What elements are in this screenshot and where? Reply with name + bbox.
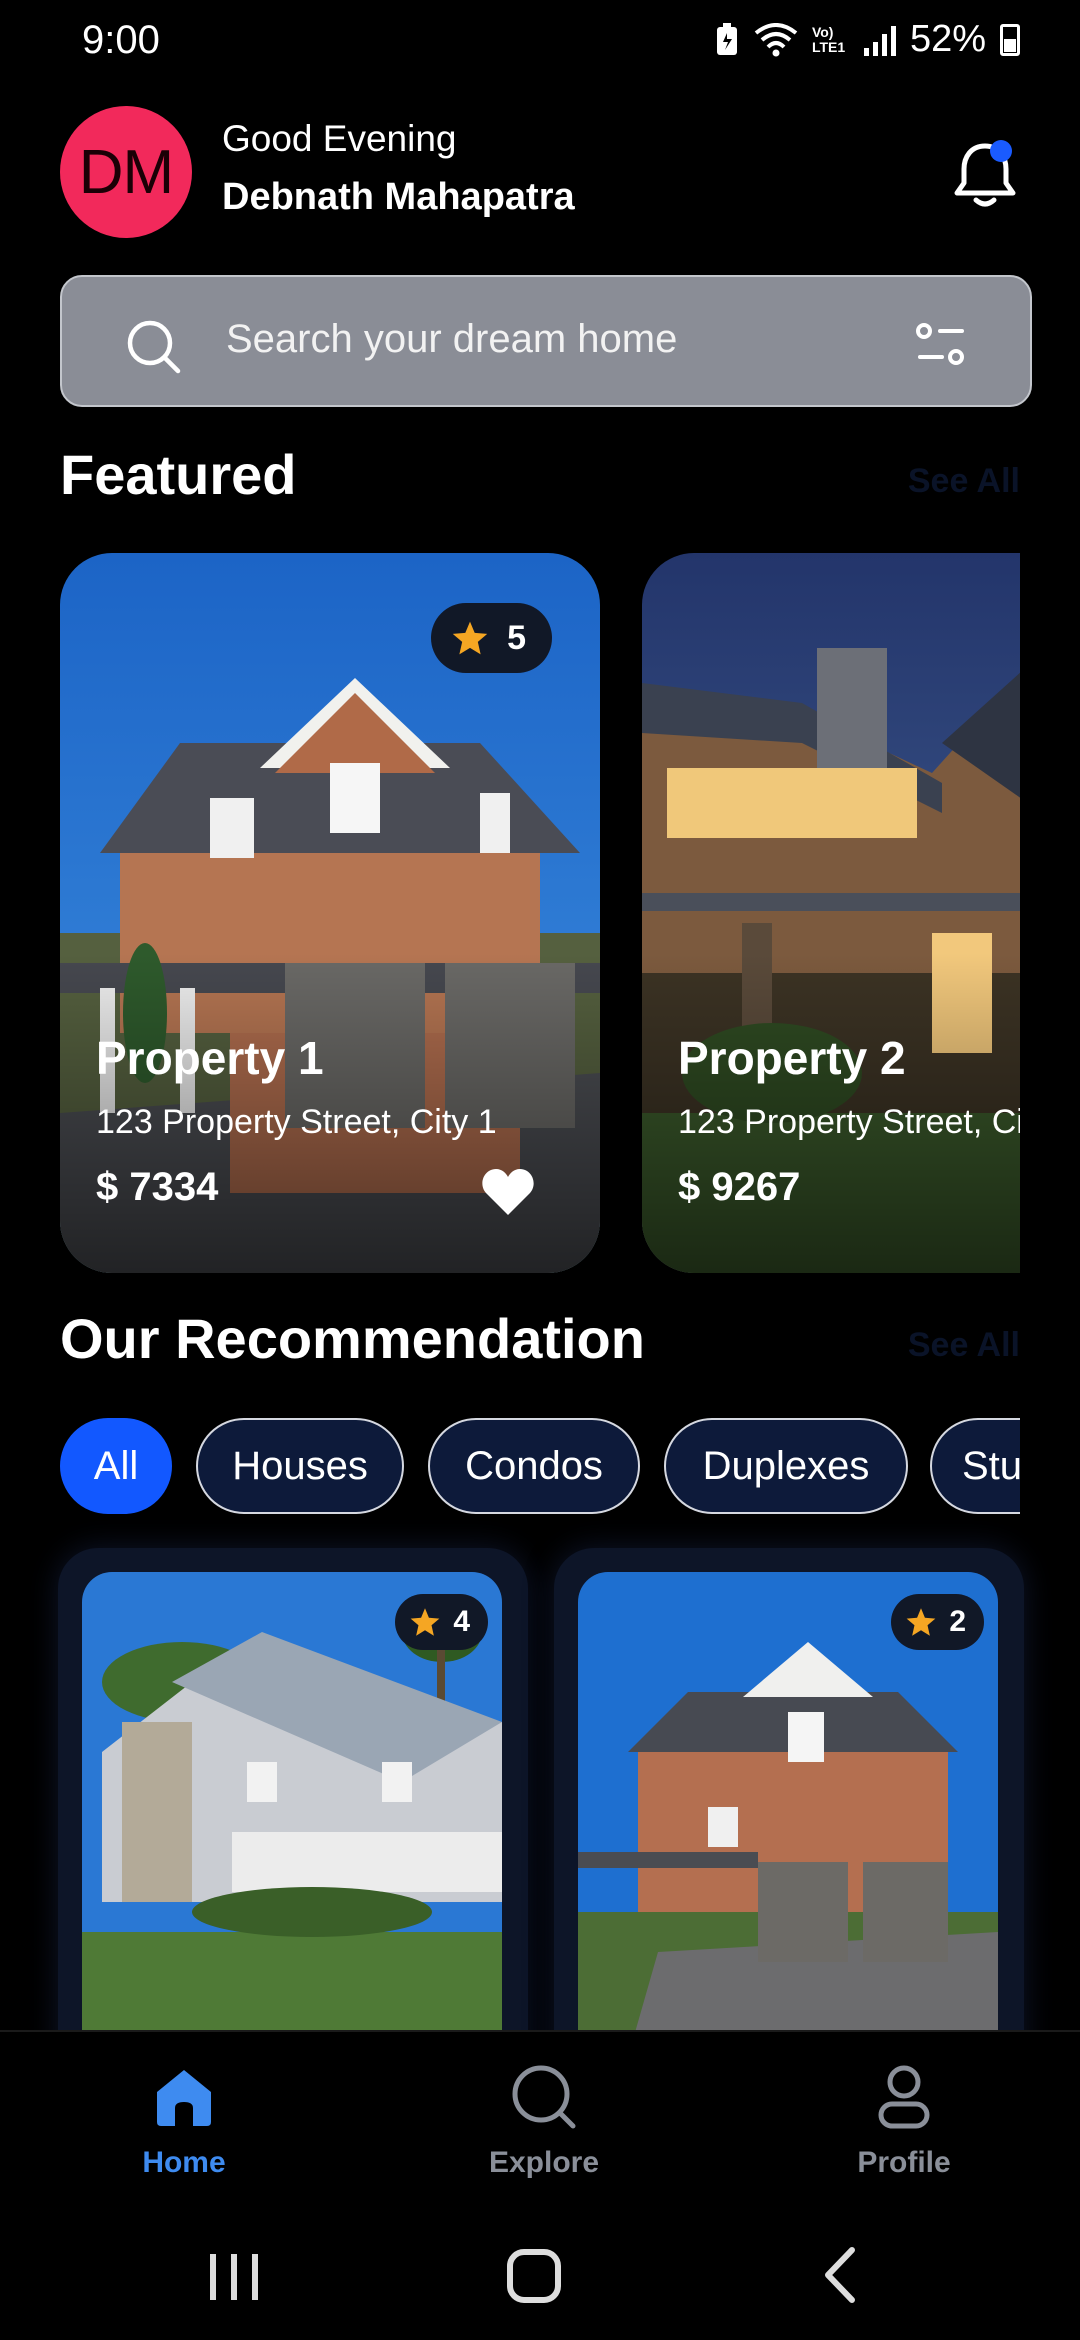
- battery-saver-icon: [716, 22, 737, 55]
- system-navigation: [0, 2210, 1080, 2340]
- rating-value: 4: [453, 1605, 470, 1638]
- nav-explore-label: Explore: [488, 2146, 600, 2179]
- nav-home-label: Home: [142, 2146, 226, 2179]
- status-bar: 9:00 Vo) LTE1 52%: [0, 0, 1080, 84]
- rating-value: 5: [507, 618, 526, 657]
- filter-icon[interactable]: [914, 319, 970, 369]
- category-filter[interactable]: All Houses Condos Duplexes Studios: [60, 1418, 1020, 1514]
- status-icons: Vo) LTE1 52%: [714, 18, 1020, 61]
- user-name: Debnath Mahapatra: [222, 176, 575, 218]
- status-time: 9:00: [82, 18, 160, 62]
- battery-icon: [1000, 23, 1020, 56]
- chip-duplexes[interactable]: Duplexes: [664, 1418, 908, 1514]
- nav-explore[interactable]: Explore: [424, 2062, 664, 2202]
- search-input[interactable]: Search your dream home: [226, 317, 677, 362]
- rating-badge: 4: [395, 1594, 488, 1650]
- recommendation-see-all-link[interactable]: See All: [908, 1326, 1020, 1365]
- home-icon: [157, 2070, 211, 2126]
- avatar[interactable]: DM: [60, 106, 192, 238]
- star-icon: [452, 621, 488, 655]
- property-name: Property 1: [96, 1032, 324, 1084]
- star-icon: [906, 1608, 936, 1636]
- rating-badge: 5: [431, 603, 552, 673]
- property-photo: [578, 1572, 998, 2092]
- property-name: Property 2: [678, 1032, 906, 1084]
- property-price: $ 9267: [678, 1165, 801, 1209]
- recommendation-card[interactable]: 2: [554, 1548, 1024, 2108]
- property-address: 123 Property Street, City 1: [96, 1103, 497, 1141]
- recent-apps-icon[interactable]: [194, 2240, 274, 2310]
- search-icon: [127, 320, 181, 374]
- profile-icon: [878, 2065, 930, 2129]
- nav-profile[interactable]: Profile: [784, 2062, 1024, 2202]
- network-label: Vo) LTE1: [811, 23, 846, 55]
- signal-icon: [863, 24, 896, 56]
- bottom-navigation: Home Explore Profile: [0, 2030, 1080, 2210]
- favorite-heart-icon[interactable]: [480, 1167, 536, 1217]
- back-icon[interactable]: [800, 2240, 880, 2310]
- greeting-text: Good Evening: [222, 118, 457, 159]
- rating-value: 2: [949, 1605, 966, 1638]
- recommendation-card[interactable]: 4: [58, 1548, 528, 2108]
- featured-carousel[interactable]: 5 Property 1 123 Property Street, City 1…: [60, 553, 1020, 1273]
- chip-condos[interactable]: Condos: [428, 1418, 640, 1514]
- rating-badge: 2: [891, 1594, 984, 1650]
- home-button-icon[interactable]: [494, 2240, 574, 2310]
- chip-houses[interactable]: Houses: [196, 1418, 404, 1514]
- search-bar[interactable]: Search your dream home: [60, 275, 1032, 407]
- chip-all[interactable]: All: [60, 1418, 172, 1514]
- featured-card[interactable]: 5 Property 1 123 Property Street, City 1…: [60, 553, 600, 1273]
- property-price: $ 7334: [96, 1165, 219, 1209]
- nav-profile-label: Profile: [857, 2146, 951, 2179]
- nav-home[interactable]: Home: [64, 2062, 304, 2202]
- battery-level: 52%: [909, 18, 986, 60]
- star-icon: [410, 1608, 440, 1636]
- property-photo: [82, 1572, 502, 2092]
- notification-dot: [990, 140, 1012, 162]
- property-address: 123 Property Street, City 2: [678, 1103, 1020, 1141]
- recommendation-title: Our Recommendation: [60, 1307, 645, 1370]
- wifi-icon: [754, 22, 798, 56]
- search-icon: [512, 2065, 576, 2129]
- featured-title: Featured: [60, 443, 297, 506]
- chip-studios[interactable]: Studios: [930, 1418, 1020, 1514]
- featured-card[interactable]: Property 2 123 Property Street, City 2 $…: [642, 553, 1020, 1273]
- featured-see-all-link[interactable]: See All: [908, 462, 1020, 501]
